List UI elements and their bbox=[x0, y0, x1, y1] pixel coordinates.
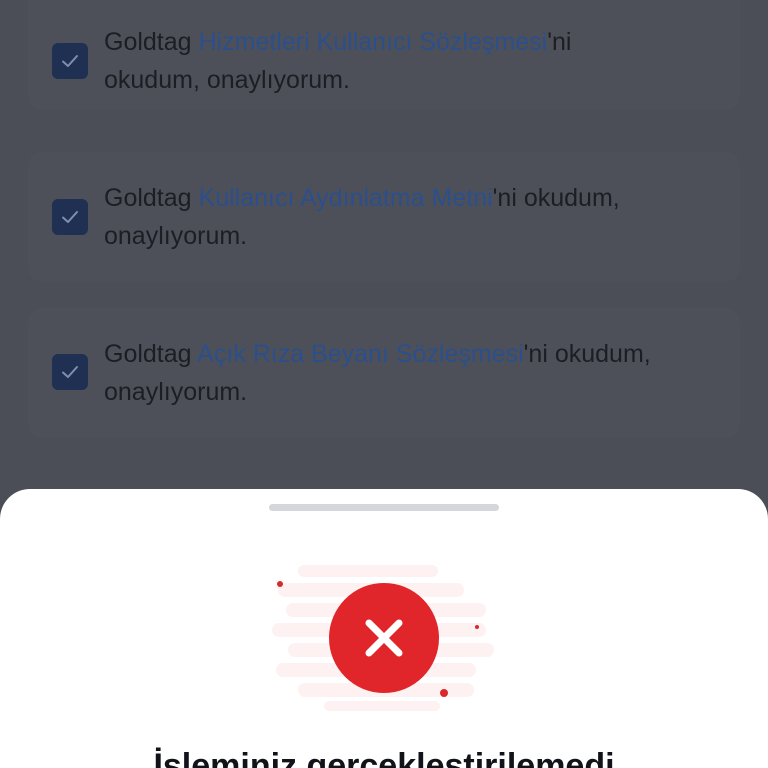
error-bottom-sheet: İşleminiz gerçekleştirilemedi bbox=[0, 489, 768, 768]
consent-line2: onaylıyorum. bbox=[104, 378, 248, 406]
consent-text: Goldtag Kullanıcı Aydınlatma Metni'ni ok… bbox=[104, 179, 704, 255]
privacy-notice-link[interactable]: Kullanıcı Aydınlatma Metni bbox=[199, 184, 493, 212]
user-agreement-link[interactable]: Hizmetleri Kullanıcı Sözleşmesi bbox=[199, 28, 548, 56]
consent-checkbox-user-agreement[interactable] bbox=[52, 43, 88, 79]
consent-suffix: 'ni okudum, bbox=[492, 184, 620, 212]
consent-prefix: Goldtag bbox=[104, 184, 199, 212]
consent-item-privacy-notice: Goldtag Kullanıcı Aydınlatma Metni'ni ok… bbox=[28, 152, 740, 282]
consent-item-explicit-consent: Goldtag Açık Rıza Beyanı Sözleşmesi'ni o… bbox=[28, 308, 740, 438]
consent-suffix: 'ni okudum, bbox=[523, 340, 651, 368]
consent-checkbox-privacy-notice[interactable] bbox=[52, 199, 88, 235]
check-icon bbox=[62, 55, 78, 67]
check-icon bbox=[62, 211, 78, 223]
consent-checkbox-explicit-consent[interactable] bbox=[52, 354, 88, 390]
check-icon bbox=[62, 366, 78, 378]
consent-item-user-agreement: Goldtag Hizmetleri Kullanıcı Sözleşmesi'… bbox=[28, 0, 740, 110]
error-illustration bbox=[272, 565, 494, 711]
consent-prefix: Goldtag bbox=[104, 340, 198, 368]
explicit-consent-link[interactable]: Açık Rıza Beyanı Sözleşmesi bbox=[197, 340, 524, 368]
consent-text: Goldtag Açık Rıza Beyanı Sözleşmesi'ni o… bbox=[104, 335, 704, 411]
sheet-drag-handle[interactable] bbox=[269, 504, 499, 511]
consent-text: Goldtag Hizmetleri Kullanıcı Sözleşmesi'… bbox=[104, 23, 704, 99]
consent-suffix: 'ni bbox=[547, 28, 572, 56]
consent-line2: onaylıyorum. bbox=[104, 222, 248, 250]
consent-line2: okudum, onaylıyorum. bbox=[104, 66, 350, 94]
error-title: İşleminiz gerçekleştirilemedi bbox=[153, 747, 615, 768]
consent-prefix: Goldtag bbox=[104, 28, 199, 56]
